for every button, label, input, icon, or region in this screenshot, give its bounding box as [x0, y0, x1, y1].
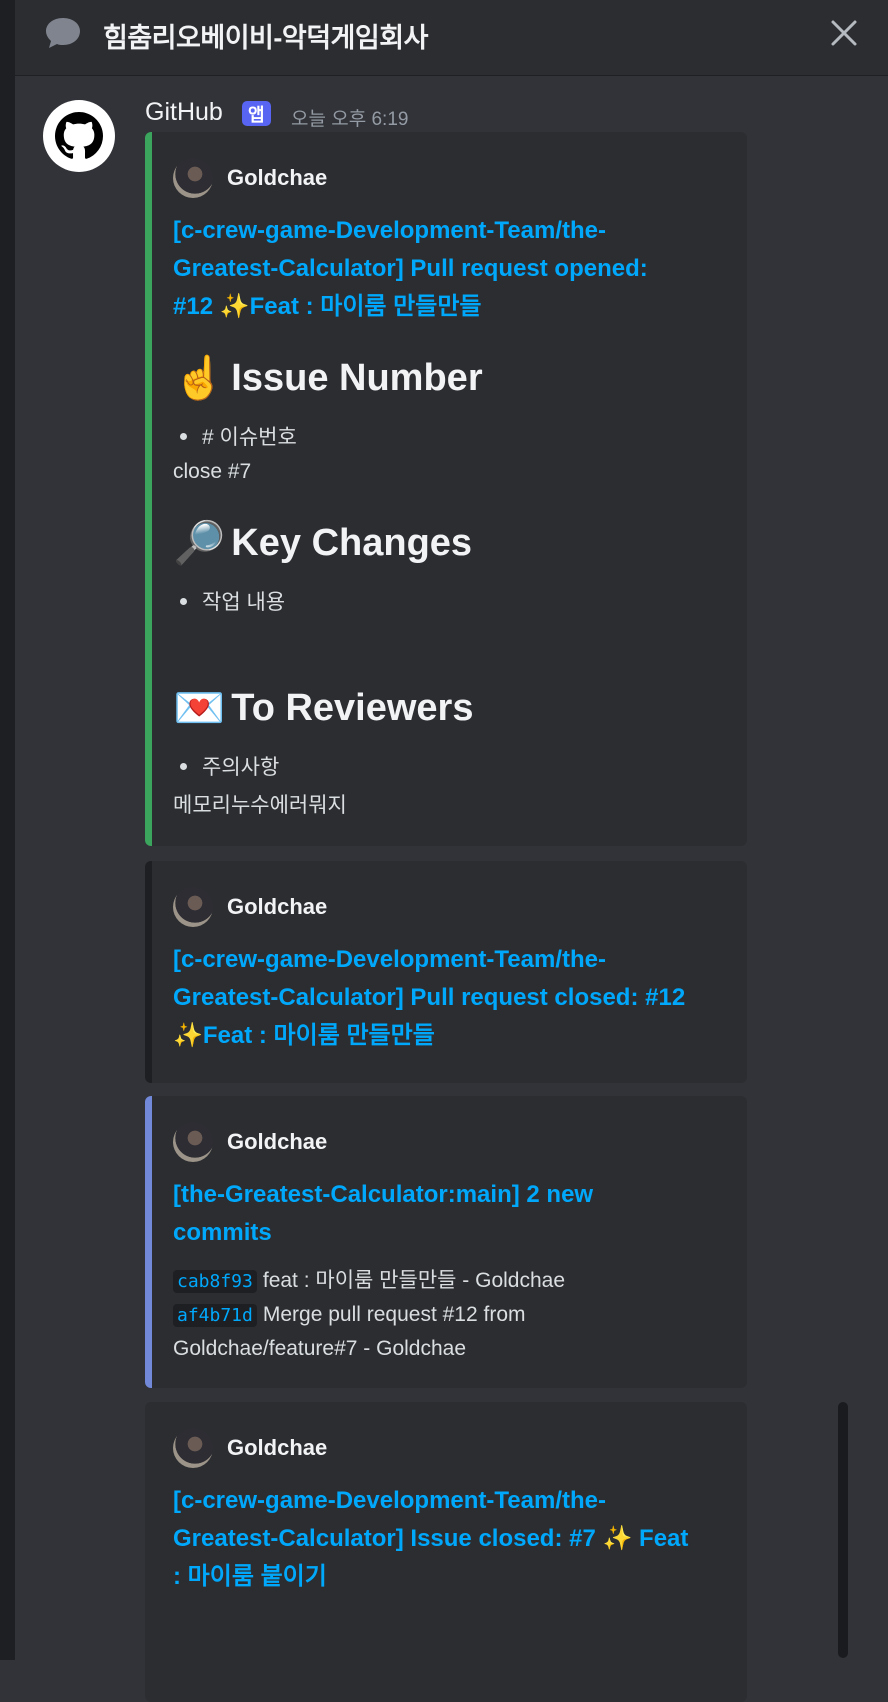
commit-hash-link[interactable]: cab8f93: [173, 1270, 257, 1293]
commit-row: cab8f93 feat : 마이룸 만들만들 - Goldchae: [173, 1264, 733, 1298]
embed-issue-closed: Goldchae [c-crew-game-Development-Team/t…: [145, 1402, 747, 1702]
github-logo-icon[interactable]: [43, 100, 115, 172]
embed-author-name: Goldchae: [227, 894, 328, 919]
embed-author[interactable]: Goldchae: [173, 158, 327, 198]
thread-bubble-icon: [46, 18, 80, 48]
avatar: [173, 1122, 213, 1162]
embed-title-link[interactable]: [c-crew-game-Development-Team/the- Great…: [173, 212, 733, 326]
commit-message-cont: Goldchae/feature#7 - Goldchae: [173, 1337, 467, 1360]
embed-author-name: Goldchae: [227, 165, 328, 190]
commit-message: Merge pull request #12 from: [262, 1303, 526, 1326]
embed-author[interactable]: Goldchae: [173, 887, 327, 927]
bullet-text: 주의사항: [202, 756, 280, 779]
embed-commits: Goldchae [the-Greatest-Calculator:main] …: [145, 1096, 747, 1388]
embed-title-line: #12 ✨Feat : 마이룸 만들만들: [173, 293, 482, 320]
love-letter-icon: 💌: [173, 684, 226, 731]
embed-title-link[interactable]: [c-crew-game-Development-Team/the- Great…: [173, 941, 733, 1055]
body-text: close #7: [173, 460, 252, 483]
avatar: [173, 158, 213, 198]
pointing-finger-icon: ☝️: [173, 354, 226, 401]
embed-author-name: Goldchae: [227, 1435, 328, 1460]
body-text: 메모리누수에러뭐지: [173, 794, 347, 817]
embed-title-line: [c-crew-game-Development-Team/the-: [173, 217, 606, 244]
embed-pr-closed: Goldchae [c-crew-game-Development-Team/t…: [145, 861, 747, 1083]
section-heading: ☝️ Issue Number: [173, 354, 483, 403]
embed-author[interactable]: Goldchae: [173, 1428, 327, 1468]
avatar: [173, 1428, 213, 1468]
scrollbar-thumb[interactable]: [838, 1402, 848, 1658]
bullet-dot: [180, 763, 187, 770]
message-list: GitHub 앱 오늘 오후 6:19 Goldchae [c-crew-gam…: [15, 76, 888, 1702]
close-icon[interactable]: [827, 16, 861, 50]
message-author[interactable]: GitHub: [145, 98, 223, 127]
commit-list: cab8f93 feat : 마이룸 만들만들 - Goldchae af4b71…: [173, 1264, 733, 1365]
embed-title-line: ✨Feat : 마이룸 만들만들: [173, 1022, 435, 1049]
heading-text: To Reviewers: [231, 687, 474, 729]
embed-author[interactable]: Goldchae: [173, 1122, 327, 1162]
commit-message: feat : 마이룸 만들만들 - Goldchae: [262, 1269, 566, 1292]
avatar: [173, 887, 213, 927]
section-heading: 🔎 Key Changes: [173, 519, 472, 568]
embed-author-name: Goldchae: [227, 1129, 328, 1154]
bullet-dot: [180, 598, 187, 605]
bullet-dot: [180, 433, 187, 440]
bullet-item: 주의사항: [173, 751, 279, 781]
embed-title-line: [c-crew-game-Development-Team/the-: [173, 1487, 606, 1514]
heading-text: Issue Number: [231, 357, 483, 399]
app-badge: 앱: [242, 101, 271, 126]
embed-title-line: [the-Greatest-Calculator:main] 2 new: [173, 1181, 594, 1208]
heading-text: Key Changes: [231, 522, 473, 564]
embed-title-line: : 마이룸 붙이기: [173, 1563, 327, 1590]
embed-title-line: Greatest-Calculator] Pull request opened…: [173, 255, 648, 282]
embed-pr-opened: Goldchae [c-crew-game-Development-Team/t…: [145, 132, 747, 846]
embed-title-line: [c-crew-game-Development-Team/the-: [173, 946, 606, 973]
bullet-item: # 이슈번호: [173, 421, 297, 451]
magnifier-icon: 🔎: [173, 519, 226, 566]
thread-header: 힘춤리오베이비-악덕게임회사: [15, 0, 888, 76]
embed-title-link[interactable]: [the-Greatest-Calculator:main] 2 new com…: [173, 1176, 733, 1252]
embed-title-line: Greatest-Calculator] Issue closed: #7 ✨ …: [173, 1525, 689, 1552]
thread-title: 힘춤리오베이비-악덕게임회사: [103, 23, 428, 53]
window-edge: [0, 0, 15, 1660]
embed-title-link[interactable]: [c-crew-game-Development-Team/the- Great…: [173, 1482, 733, 1596]
commit-row: af4b71d Merge pull request #12 from: [173, 1298, 733, 1332]
bullet-text: # 이슈번호: [202, 426, 297, 449]
bullet-text: 작업 내용: [202, 591, 286, 614]
embed-title-line: Greatest-Calculator] Pull request closed…: [173, 984, 686, 1011]
section-heading: 💌 To Reviewers: [173, 684, 473, 733]
message-timestamp: 오늘 오후 6:19: [291, 109, 409, 130]
commit-hash-link[interactable]: af4b71d: [173, 1304, 257, 1327]
bullet-item: 작업 내용: [173, 586, 285, 616]
embed-title-line: commits: [173, 1219, 272, 1246]
